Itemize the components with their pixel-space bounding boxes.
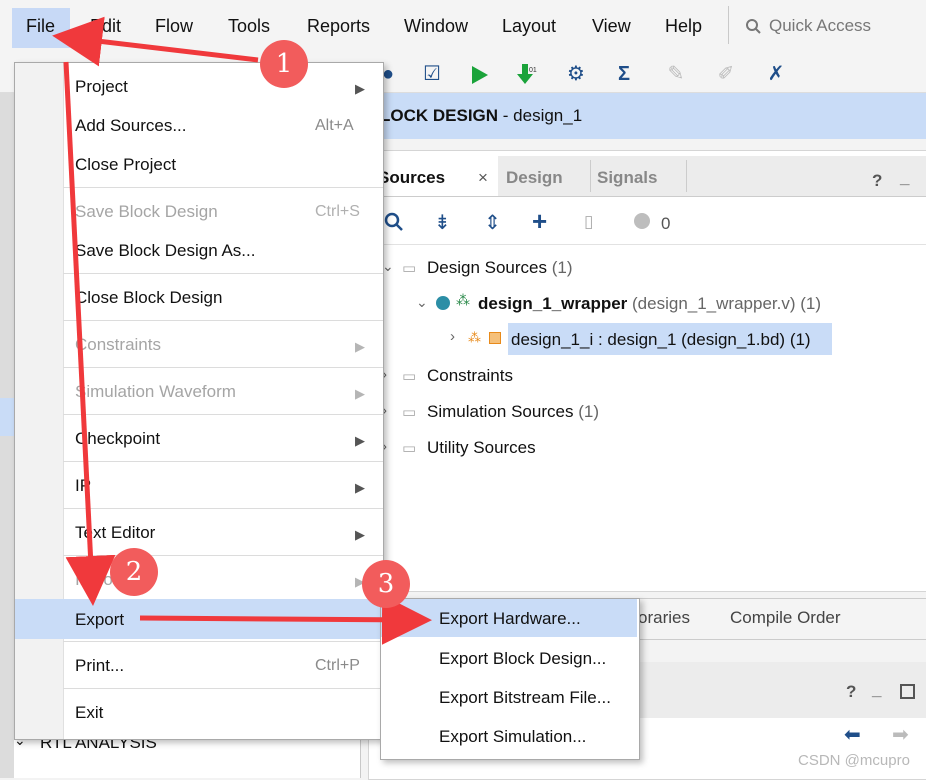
annotation-arrow-1 [52,16,259,67]
annotation-arrows [52,16,432,645]
annotation-badge-3: 3 [362,560,410,608]
annotation-badge-2: 2 [110,548,158,596]
watermark: CSDN @mcupro [798,752,910,769]
annotation-arrow-3 [139,594,432,645]
annotation-arrow-2 [63,61,116,606]
annotation-badge-1: 1 [260,40,308,88]
